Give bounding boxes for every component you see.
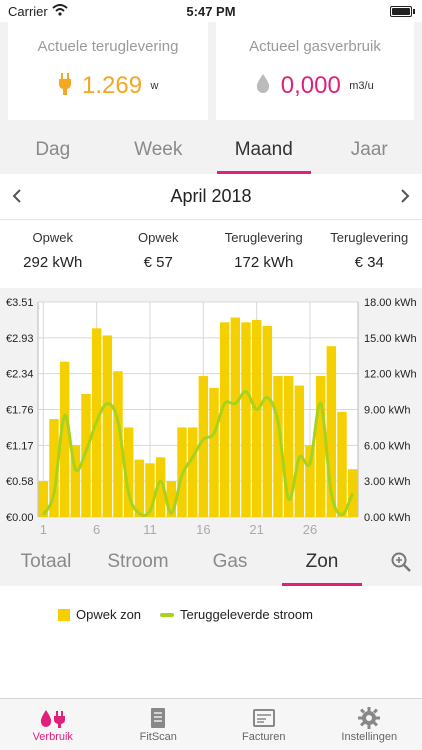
stat-value: € 34 — [354, 254, 384, 271]
usage-chart: €0.00 €0.58 €1.17 €1.76 €2.34 €2.93 €3.51 0.00 … — [0, 288, 422, 540]
x-tick-label: 1 — [40, 522, 47, 537]
bar-day-25 — [294, 385, 305, 517]
card-value: 0,000 — [280, 72, 341, 99]
legend-swatch — [58, 608, 70, 621]
tab-instellingen[interactable]: Instellingen — [317, 699, 422, 750]
y-right-tick-label: 3.00 kWh — [364, 476, 410, 488]
stat-opwek-euro: Opwek € 57 — [106, 220, 212, 288]
bar-day-7 — [102, 335, 113, 517]
x-tick-label: 16 — [196, 522, 210, 537]
bar-day-20 — [241, 322, 251, 517]
stat-teruglevering-euro: Teruglevering € 34 — [317, 220, 422, 288]
tab-totaal[interactable]: Totaal — [0, 540, 92, 586]
plug-icon — [58, 72, 72, 100]
y-left-tick-label: €3.51 — [6, 297, 34, 309]
period-tabs: Dag Week Maand Jaar — [0, 128, 422, 174]
legend-label: Opwek zon — [76, 607, 142, 622]
live-cards: Actuele teruglevering 1.269 w Actueel ga… — [0, 22, 422, 128]
tab-gas[interactable]: Gas — [184, 540, 276, 586]
bar-day-22 — [262, 325, 273, 517]
y-right-tick-label: 12.00 kWh — [364, 369, 417, 381]
status-bar: Carrier 5:47 PM — [0, 0, 422, 22]
legend-teruggeleverde-stroom: Teruggeleverde stroom — [160, 607, 313, 622]
y-left-tick-label: €1.76 — [6, 405, 34, 417]
stat-value: € 57 — [143, 254, 173, 271]
y-left-tick-label: €2.93 — [6, 333, 34, 345]
x-tick-label: 21 — [249, 522, 263, 537]
summary-stats: Opwek 292 kWh Opwek € 57 Teruglevering 1… — [0, 220, 422, 288]
card-unit: w — [150, 80, 159, 92]
tab-label: Verbruik — [32, 731, 73, 743]
legend-label: Teruggeleverde stroom — [180, 607, 313, 622]
tab-label: FitScan — [139, 731, 177, 743]
stat-label: Opwek — [32, 230, 73, 245]
tab-label: Instellingen — [341, 731, 398, 743]
stat-value: 172 kWh — [234, 254, 294, 271]
chart-legend: Opwek zon Teruggeleverde stroom — [0, 586, 422, 698]
drop-icon — [256, 73, 270, 99]
drop-plug-icon — [0, 707, 106, 729]
y-right-tick-label: 18.00 kWh — [364, 297, 417, 309]
stat-label: Teruglevering — [330, 230, 409, 245]
bar-day-17 — [209, 388, 219, 517]
type-tabs: Totaal Stroom Gas Zon — [0, 540, 422, 586]
legend-opwek-zon: Opwek zon — [58, 607, 141, 622]
bar-day-27 — [315, 376, 326, 517]
card-unit: m3/u — [349, 80, 374, 92]
y-left-tick-label: €1.17 — [6, 440, 34, 452]
y-right-tick-label: 9.00 kWh — [364, 405, 410, 417]
chart-svg: €0.00 €0.58 €1.17 €1.76 €2.34 €2.93 €3.51 0.00 … — [6, 297, 417, 537]
bar-day-18 — [219, 322, 230, 517]
chevron-right-icon[interactable] — [400, 184, 410, 210]
bar-day-19 — [230, 317, 241, 517]
bar-day-5 — [81, 393, 91, 517]
bar-day-21 — [251, 319, 262, 517]
stat-teruglevering-kwh: Teruglevering 172 kWh — [211, 220, 317, 288]
card-gasverbruik: Actueel gasverbruik 0,000 m3/u — [216, 22, 414, 120]
zoom-icon[interactable] — [390, 551, 412, 578]
month-navigation: April 2018 — [0, 174, 422, 220]
card-teruglevering: Actuele teruglevering 1.269 w — [8, 22, 208, 120]
y-left-tick-label: €0.00 — [6, 512, 34, 524]
tab-facturen[interactable]: Facturen — [211, 699, 317, 750]
stat-opwek-kwh: Opwek 292 kWh — [0, 220, 106, 288]
tab-maand[interactable]: Maand — [211, 128, 317, 174]
card-label: Actueel gasverbruik — [249, 38, 381, 55]
tab-label: Facturen — [242, 731, 286, 743]
tab-fitscan[interactable]: FitScan — [106, 699, 212, 750]
y-right-tick-label: 15.00 kWh — [364, 333, 417, 345]
tab-zon[interactable]: Zon — [276, 540, 368, 586]
stat-value: 292 kWh — [23, 254, 83, 271]
gear-icon — [317, 707, 422, 729]
tab-jaar[interactable]: Jaar — [317, 128, 422, 174]
card-value: 1.269 — [81, 72, 143, 99]
y-left-tick-label: €2.34 — [6, 369, 34, 381]
tab-week[interactable]: Week — [106, 128, 212, 174]
legend-line — [160, 612, 174, 617]
x-tick-label: 6 — [93, 522, 100, 537]
battery-icon — [390, 6, 412, 17]
bar-day-30 — [347, 469, 358, 517]
document-icon — [106, 707, 212, 729]
invoice-icon — [211, 707, 317, 729]
y-right-tick-label: 0.00 kWh — [364, 512, 410, 524]
bar-day-29 — [337, 411, 347, 517]
x-tick-label: 11 — [143, 522, 157, 537]
x-tick-label: 26 — [303, 522, 317, 537]
bar-day-15 — [187, 427, 198, 517]
y-left-tick-label: €0.58 — [6, 476, 34, 488]
y-right-tick-label: 6.00 kWh — [364, 440, 410, 452]
stat-label: Opwek — [138, 230, 179, 245]
stat-label: Teruglevering — [224, 230, 303, 245]
tab-verbruik[interactable]: Verbruik — [0, 699, 106, 750]
tab-dag[interactable]: Dag — [0, 128, 106, 174]
card-label: Actuele teruglevering — [37, 38, 179, 55]
bottom-tab-bar: Verbruik FitScan Facturen Instellingen — [0, 698, 422, 750]
tab-stroom[interactable]: Stroom — [92, 540, 184, 586]
bar-day-26 — [305, 445, 315, 517]
clock: 5:47 PM — [186, 4, 236, 19]
month-title: April 2018 — [170, 186, 252, 206]
